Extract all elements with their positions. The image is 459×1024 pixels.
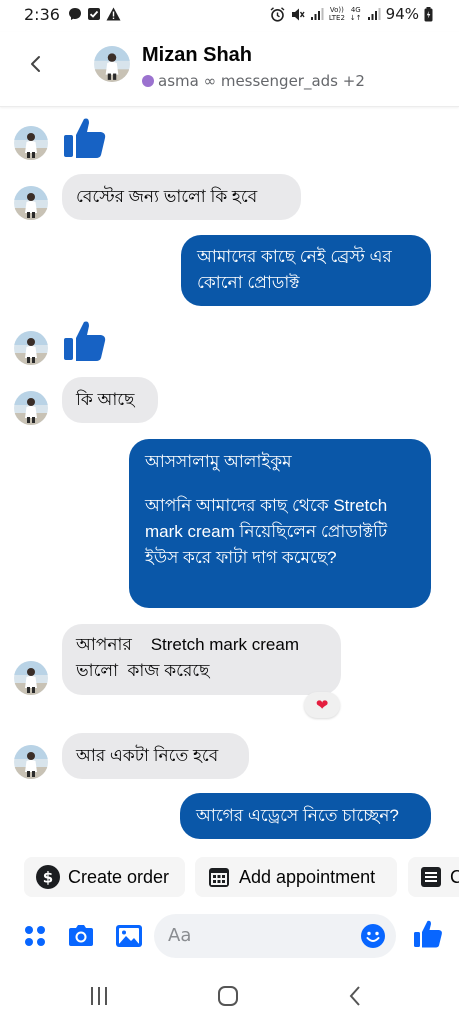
back-nav-icon[interactable] xyxy=(344,984,368,1008)
mute-icon xyxy=(291,8,305,20)
add-appointment-label: Add appointment xyxy=(239,866,376,887)
label-dot xyxy=(142,75,154,87)
system-navigation-bar xyxy=(0,966,459,1024)
alarm-icon xyxy=(270,6,285,22)
home-icon[interactable] xyxy=(216,984,240,1008)
message-input-placeholder: Aa xyxy=(168,925,192,946)
contact-avatar-small[interactable] xyxy=(14,186,48,220)
warning-icon xyxy=(106,7,121,21)
gallery-icon[interactable] xyxy=(114,921,144,951)
outgoing-message[interactable]: আসসালামু আলাইকুম আপনি আমাদের কাছ থেকে St… xyxy=(129,439,431,608)
recent-apps-icon[interactable] xyxy=(87,984,111,1008)
send-like-icon[interactable] xyxy=(412,918,444,950)
document-icon xyxy=(421,867,441,887)
checkbox-notification-icon xyxy=(88,8,100,20)
like-thumbs-up-icon[interactable] xyxy=(62,115,108,161)
create-order-label: Create order xyxy=(68,866,170,887)
back-arrow-icon[interactable] xyxy=(22,50,50,78)
status-bar: 2:36 Vo)) LTE2 4G ↓↑ 94% xyxy=(0,0,459,32)
menu-grid-icon[interactable] xyxy=(20,921,50,951)
outgoing-message[interactable]: আগের এড্রেসে নিতে চাচ্ছেন? xyxy=(180,793,431,839)
incoming-message[interactable]: আপনার Stretch mark cream ভালো কাজ করেছে xyxy=(62,624,341,695)
create-order-button[interactable]: $ Create order xyxy=(24,857,185,897)
message-composer: Aa xyxy=(0,906,459,966)
contact-avatar[interactable] xyxy=(94,46,130,82)
add-appointment-button[interactable]: Add appointment xyxy=(195,857,397,897)
message-line: আপনি আমাদের কাছ থেকে Stretch mark cream … xyxy=(145,496,388,567)
contact-avatar-small[interactable] xyxy=(14,391,48,425)
contact-name: Mizan Shah xyxy=(142,44,253,66)
battery-percent: 94% xyxy=(385,5,419,23)
like-thumbs-up-icon[interactable] xyxy=(62,318,108,364)
contact-avatar-small[interactable] xyxy=(14,745,48,779)
contact-avatar-small[interactable] xyxy=(14,661,48,695)
incoming-message[interactable]: আর একটা নিতে হবে xyxy=(62,733,249,779)
third-action-label: C xyxy=(450,866,459,887)
labels-text: asma ∞ messenger_ads +2 xyxy=(158,72,365,90)
heart-reaction[interactable]: ❤ xyxy=(304,692,340,718)
status-time: 2:36 xyxy=(24,5,60,24)
outgoing-message[interactable]: আমাদের কাছে নেই ব্রেস্ট এর কোনো প্রোডাক্… xyxy=(181,235,431,306)
emoji-icon[interactable] xyxy=(360,923,386,949)
network-type: Vo)) LTE2 xyxy=(328,6,345,22)
battery-icon xyxy=(424,6,433,21)
heart-icon: ❤ xyxy=(315,696,329,714)
signal-icon xyxy=(310,8,324,20)
quick-actions-bar: $ Create order Add appointment C xyxy=(0,855,459,899)
incoming-message[interactable]: কি আছে xyxy=(62,377,158,423)
camera-icon[interactable] xyxy=(66,921,96,951)
calendar-icon xyxy=(209,868,229,887)
message-input[interactable]: Aa xyxy=(154,914,396,958)
chat-header: Mizan Shah asma ∞ messenger_ads +2 xyxy=(0,32,459,107)
signal-icon-2 xyxy=(367,8,381,20)
data-indicator: 4G ↓↑ xyxy=(349,6,362,22)
message-line: আসসালামু আলাইকুম xyxy=(145,452,292,471)
contact-avatar-small[interactable] xyxy=(14,331,48,365)
incoming-message[interactable]: বেস্টের জন্য ভালো কি হবে xyxy=(62,174,301,220)
messenger-notification-icon xyxy=(69,8,81,20)
contact-labels[interactable]: asma ∞ messenger_ads +2 xyxy=(142,72,365,90)
contact-avatar-small[interactable] xyxy=(14,126,48,160)
third-quick-action-button[interactable]: C xyxy=(408,857,459,897)
dollar-icon: $ xyxy=(36,865,60,889)
svg-text:$: $ xyxy=(43,869,53,887)
